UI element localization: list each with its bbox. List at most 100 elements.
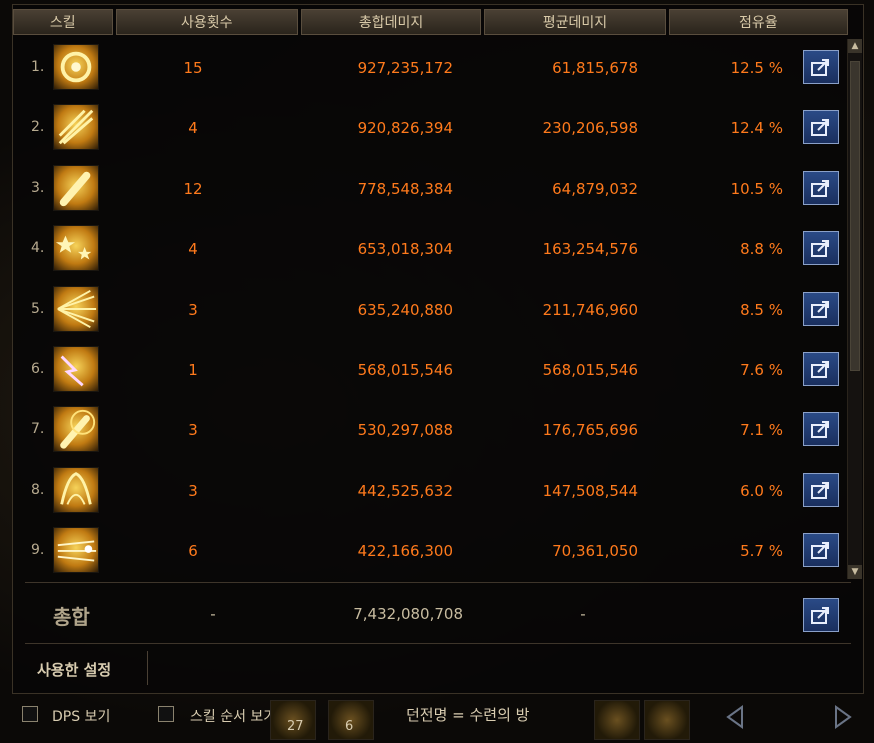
export-icon [811,481,829,499]
skill-stars-icon [53,225,99,272]
export-button[interactable] [803,50,839,84]
skill-club-icon [53,164,99,211]
hotkey-count: 27 [287,719,304,734]
total-damage: 927,235,172 [357,59,453,77]
total-export-button[interactable] [803,598,839,632]
settings-row: 사용한 설정 [13,647,851,687]
header-avg-damage[interactable]: 평균데미지 [484,9,666,35]
total-label: 총합 [53,605,90,629]
total-damage-sum: 7,432,080,708 [353,605,463,623]
avg-damage: 230,206,598 [542,119,638,138]
export-button[interactable] [803,412,839,447]
rank-number: 5. [31,300,45,317]
scrollbar[interactable]: ▲ ▼ [847,39,862,579]
use-count: 1 [188,361,198,379]
header-uses[interactable]: 사용횟수 [115,9,298,35]
table-row: 7. 3 530,297,088 176,765,696 7.1 % [13,401,851,461]
export-icon [811,240,829,258]
table-header: 스킬 사용횟수 총합데미지 평균데미지 점유율 [13,9,851,37]
total-damage: 635,240,880 [357,300,453,319]
share-percent: 6.0 % [740,481,783,500]
table-row: 4. 4 653,018,304 163,254,576 8.8 % [13,220,851,280]
share-percent: 7.6 % [740,361,783,379]
hotkey-skill-icon[interactable]: 6 [328,700,374,740]
skill-list: 1. 15 927,235,172 61,815,678 12.5 % 2. 4 920,82… [13,39,851,579]
total-row: 총합 - 7,432,080,708 - [13,587,851,639]
share-percent: 12.4 % [730,119,783,138]
skill-burst-icon [53,285,99,332]
export-icon [811,179,829,197]
avg-damage: 211,746,960 [542,300,638,319]
export-icon [811,607,829,624]
total-damage: 568,015,546 [357,361,453,379]
skill-lightning-icon [53,346,99,392]
scroll-up-arrow-icon[interactable]: ▲ [848,39,862,53]
skill-order-checkbox[interactable] [158,706,174,722]
dps-checkbox[interactable] [22,706,38,722]
bottom-bar: DPS 보기 스킬 순서 보기 27 6 던전명 = 수련의 방 [0,696,874,743]
avg-damage: 163,254,576 [542,240,638,259]
header-total-damage[interactable]: 총합데미지 [300,9,482,35]
export-icon [811,421,829,439]
use-count: 3 [188,481,198,500]
skill-damage-panel: 스킬 사용횟수 총합데미지 평균데미지 점유율 1. 15 927,235,172 6… [12,4,864,694]
export-icon [811,542,829,560]
export-button[interactable] [803,533,839,568]
export-icon [811,119,829,137]
avg-damage: 70,361,050 [552,542,638,561]
export-button[interactable] [803,170,839,205]
hotkey-skill-icon[interactable]: 27 [270,700,316,740]
table-row: 1. 15 927,235,172 61,815,678 12.5 % [13,39,851,99]
avg-damage: 61,815,678 [552,59,638,77]
table-row: 3. 12 778,548,384 64,879,032 10.5 % [13,160,851,220]
export-icon [811,300,829,318]
export-button[interactable] [803,291,839,326]
use-count: 12 [183,179,203,198]
use-count: 3 [188,421,198,440]
total-damage: 653,018,304 [357,240,453,259]
share-percent: 8.8 % [740,240,783,259]
rank-number: 6. [31,361,45,377]
rank-number: 2. [31,119,45,136]
settings-separator [147,651,148,685]
used-settings-label: 사용한 설정 [37,661,112,679]
prev-arrow-icon[interactable] [722,704,748,730]
avg-damage: 176,765,696 [542,421,638,440]
buff-icon [594,700,640,740]
buff-icon [644,700,690,740]
scroll-down-arrow-icon[interactable]: ▼ [848,565,862,579]
rank-number: 7. [31,421,45,438]
use-count: 4 [188,240,198,259]
table-row: 5. 3 635,240,880 211,746,960 8.5 % [13,281,851,341]
total-damage: 920,826,394 [357,119,453,138]
total-uses: - [210,605,216,623]
share-percent: 5.7 % [740,542,783,561]
export-button[interactable] [803,352,839,386]
total-damage: 442,525,632 [357,481,453,500]
export-button[interactable] [803,231,839,266]
use-count: 6 [188,542,198,561]
avg-damage: 568,015,546 [542,361,638,379]
total-damage: 778,548,384 [357,179,453,198]
skill-streak-icon [53,527,99,574]
share-percent: 7.1 % [740,421,783,440]
dps-label: DPS 보기 [52,709,111,725]
total-damage: 422,166,300 [357,542,453,561]
skill-slash-icon [53,104,99,151]
export-button[interactable] [803,472,839,507]
header-skill[interactable]: 스킬 [13,9,113,35]
skill-flame-icon [53,466,99,513]
total-avg: - [580,605,586,623]
skill-club-strike-icon [53,406,99,453]
hotkey-count: 6 [345,719,354,734]
table-row: 6. 1 568,015,546 568,015,546 7.6 % [13,341,851,401]
rank-number: 1. [31,59,45,75]
next-arrow-icon[interactable] [830,704,856,730]
scroll-thumb[interactable] [850,61,860,371]
export-button[interactable] [803,110,839,145]
skill-order-label: 스킬 순서 보기 [190,709,277,725]
share-percent: 12.5 % [730,59,783,77]
header-share[interactable]: 점유율 [668,9,849,35]
rank-number: 8. [31,481,45,498]
rank-number: 4. [31,240,45,257]
